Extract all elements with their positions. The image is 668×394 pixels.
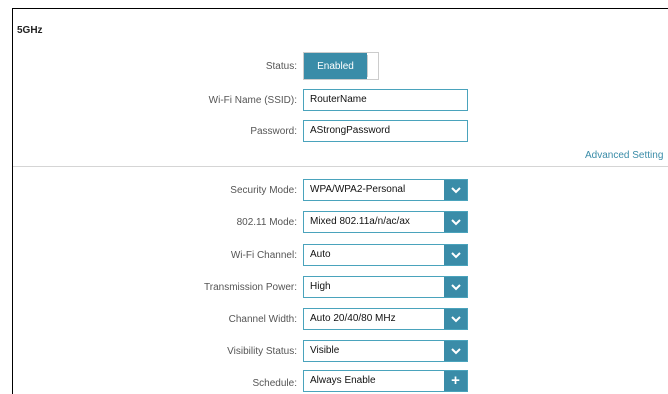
security-mode-label: Security Mode: <box>230 185 297 196</box>
advanced-settings-link[interactable]: Advanced Setting <box>585 150 663 161</box>
visibility-value: Visible <box>310 345 340 356</box>
tx-power-select[interactable]: High <box>303 276 468 298</box>
visibility-select[interactable]: Visible <box>303 340 468 362</box>
schedule-value: Always Enable <box>310 375 376 386</box>
channel-select[interactable]: Auto <box>303 244 468 266</box>
chevron-down-icon[interactable] <box>444 309 467 329</box>
channel-label: Wi-Fi Channel: <box>230 250 297 261</box>
mode-80211-select[interactable]: Mixed 802.11a/n/ac/ax <box>303 211 468 233</box>
status-toggle-text: Enabled <box>304 53 367 79</box>
section-title: 5GHz <box>17 25 43 36</box>
security-mode-value: WPA/WPA2-Personal <box>310 184 406 195</box>
plus-icon[interactable]: + <box>444 371 467 391</box>
tx-power-label: Transmission Power: <box>204 282 297 293</box>
channel-width-value: Auto 20/40/80 MHz <box>310 313 396 324</box>
ssid-input[interactable]: RouterName <box>303 89 468 111</box>
schedule-label: Schedule: <box>252 378 297 389</box>
chevron-down-icon[interactable] <box>444 277 467 297</box>
status-label: Status: <box>265 61 297 72</box>
chevron-down-icon[interactable] <box>444 212 467 232</box>
security-mode-select[interactable]: WPA/WPA2-Personal <box>303 179 468 201</box>
toggle-knob <box>367 55 376 77</box>
divider <box>13 166 668 167</box>
ssid-label: Wi-Fi Name (SSID): <box>208 95 297 106</box>
visibility-label: Visibility Status: <box>227 346 297 357</box>
schedule-field[interactable]: Always Enable + <box>303 370 468 392</box>
mode-80211-label: 802.11 Mode: <box>236 217 297 228</box>
password-label: Password: <box>250 126 297 137</box>
chevron-down-icon[interactable] <box>444 245 467 265</box>
tx-power-value: High <box>310 281 331 292</box>
chevron-down-icon[interactable] <box>444 180 467 200</box>
password-input[interactable]: AStrongPassword <box>303 120 468 142</box>
chevron-down-icon[interactable] <box>444 341 467 361</box>
channel-width-label: Channel Width: <box>228 314 297 325</box>
status-toggle[interactable]: Enabled <box>303 52 379 80</box>
mode-80211-value: Mixed 802.11a/n/ac/ax <box>310 216 410 227</box>
channel-width-select[interactable]: Auto 20/40/80 MHz <box>303 308 468 330</box>
channel-value: Auto <box>310 249 331 260</box>
